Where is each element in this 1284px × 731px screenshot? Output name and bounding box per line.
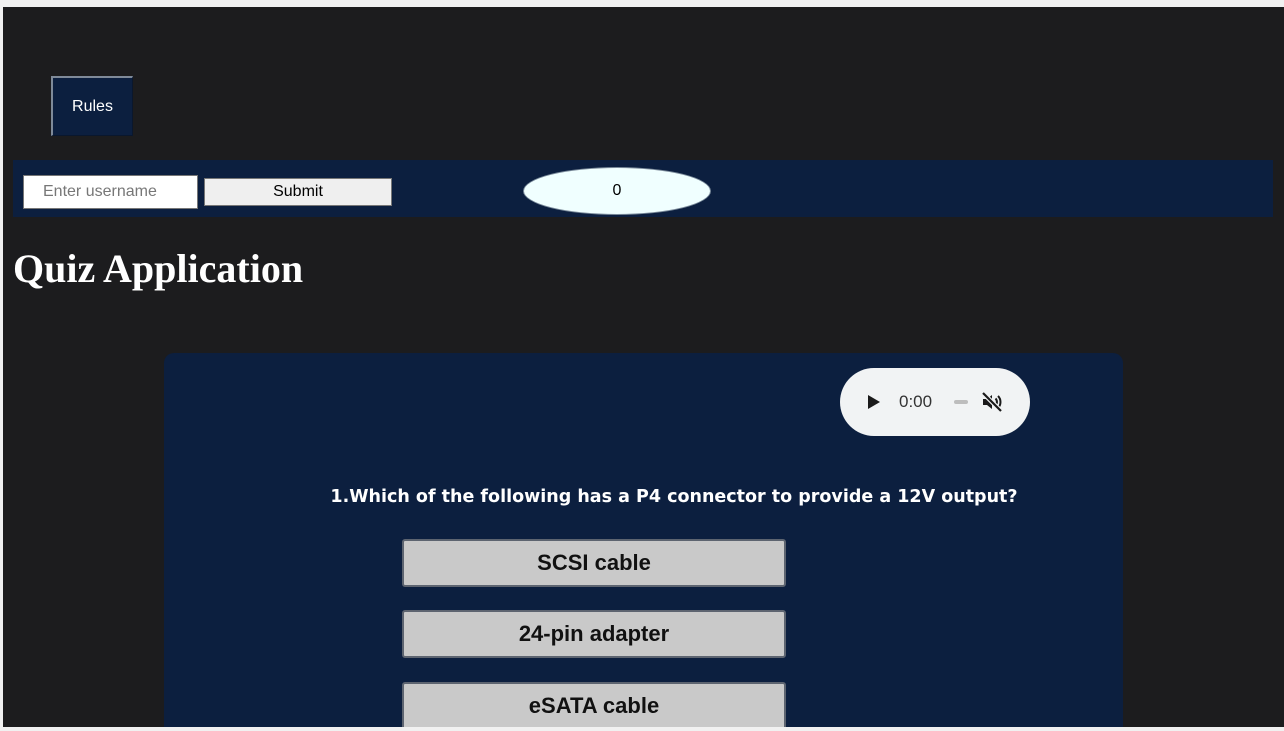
audio-progress-slider[interactable] — [954, 400, 968, 404]
user-bar: Submit 0 — [13, 160, 1273, 217]
app-frame: Rules Submit 0 Quiz Application 0:00 — [3, 7, 1284, 727]
quiz-panel: 0:00 1.Which of the following has a P4 c… — [164, 353, 1123, 727]
audio-time: 0:00 — [899, 392, 933, 411]
play-icon[interactable] — [867, 394, 881, 410]
submit-button[interactable]: Submit — [204, 178, 392, 206]
answer-option-3[interactable]: eSATA cable — [402, 682, 786, 727]
question-text: 1.Which of the following has a P4 connec… — [330, 487, 1018, 507]
answer-option-1[interactable]: SCSI cable — [402, 539, 786, 587]
page-title: Quiz Application — [13, 246, 304, 291]
answer-option-2[interactable]: 24-pin adapter — [402, 610, 786, 658]
username-input[interactable] — [23, 175, 198, 209]
audio-player[interactable]: 0:00 — [840, 368, 1030, 436]
rules-button[interactable]: Rules — [51, 76, 133, 136]
muted-speaker-icon[interactable] — [980, 390, 1004, 414]
score-display: 0 — [523, 167, 711, 215]
